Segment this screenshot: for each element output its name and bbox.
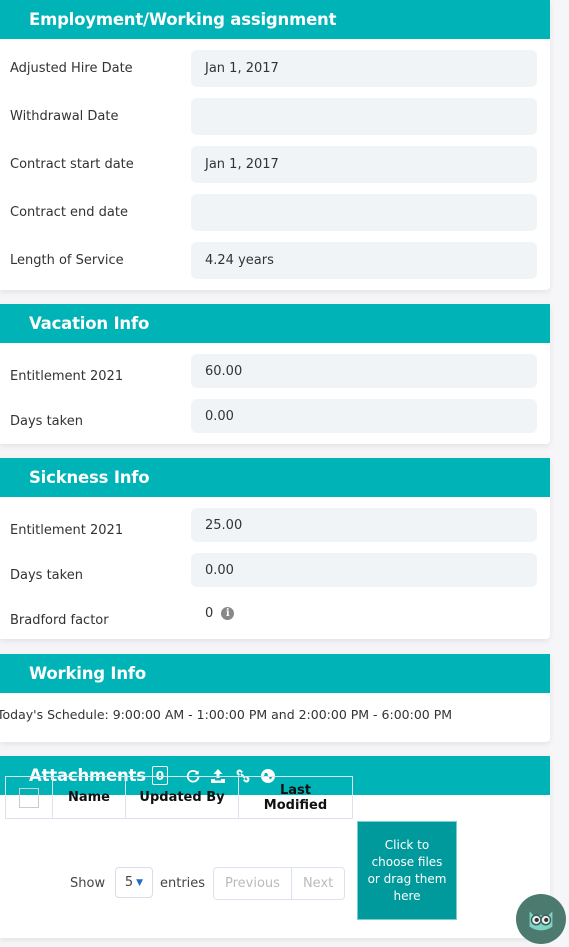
vacation-header: Vacation Info xyxy=(0,304,550,343)
field-row: Days taken 0.00 xyxy=(0,542,550,587)
table-header-row: Name Updated By Last Modified xyxy=(5,776,353,819)
sickness-entitlement-field[interactable]: 25.00 xyxy=(191,508,537,542)
field-row: Entitlement 2021 60.00 xyxy=(0,343,550,388)
vacation-days-taken-field[interactable]: 0.00 xyxy=(191,399,537,433)
field-row: Adjusted Hire Date Jan 1, 2017 xyxy=(0,39,550,87)
bradford-factor-number: 0 xyxy=(205,606,214,621)
schedule-row: Today's Schedule: 9:00:00 AM - 1:00:00 P… xyxy=(0,693,550,742)
field-row: Withdrawal Date xyxy=(0,87,550,135)
page-gutter xyxy=(550,0,569,947)
vacation-entitlement-field[interactable]: 60.00 xyxy=(191,354,537,388)
field-row: Contract start date Jan 1, 2017 xyxy=(0,135,550,183)
contract-end-date-field[interactable] xyxy=(191,194,537,231)
pagination-bar: Show 5 ▼ entries Previous Next xyxy=(0,867,346,900)
column-header-last-modified[interactable]: Last Modified xyxy=(238,776,353,819)
sickness-days-taken-label: Days taken xyxy=(10,568,83,583)
previous-button[interactable]: Previous xyxy=(214,868,291,899)
contract-start-date-label: Contract start date xyxy=(10,157,134,172)
adjusted-hire-date-field[interactable]: Jan 1, 2017 xyxy=(191,50,537,87)
pager: Previous Next xyxy=(213,867,346,900)
select-all-checkbox[interactable] xyxy=(19,787,39,808)
column-header-name[interactable]: Name xyxy=(52,776,126,819)
next-button[interactable]: Next xyxy=(290,868,344,899)
entries-label: entries xyxy=(160,876,206,891)
contract-start-date-field[interactable]: Jan 1, 2017 xyxy=(191,146,537,183)
page-size-select[interactable]: 5 ▼ xyxy=(115,867,153,898)
vacation-days-taken-label: Days taken xyxy=(10,414,83,429)
withdrawal-date-label: Withdrawal Date xyxy=(10,109,119,124)
field-row: Bradford factor 0 i xyxy=(0,587,550,632)
employment-header: Employment/Working assignment xyxy=(0,0,550,39)
column-header-updated-by[interactable]: Updated By xyxy=(125,776,239,819)
show-label: Show xyxy=(70,876,106,891)
vacation-panel: Vacation Info Entitlement 2021 60.00 Day… xyxy=(0,304,550,444)
owl-assistant-icon xyxy=(529,911,553,931)
contract-end-date-label: Contract end date xyxy=(10,205,128,220)
withdrawal-date-field[interactable] xyxy=(191,98,537,135)
field-row: Days taken 0.00 xyxy=(0,388,550,433)
sickness-entitlement-label: Entitlement 2021 xyxy=(10,523,124,538)
vacation-entitlement-label: Entitlement 2021 xyxy=(10,369,124,384)
length-of-service-field[interactable]: 4.24 years xyxy=(191,242,537,279)
length-of-service-label: Length of Service xyxy=(10,253,124,268)
assistant-button[interactable] xyxy=(516,894,566,944)
select-all-cell xyxy=(5,776,53,819)
attachments-table: Name Updated By Last Modified xyxy=(5,776,353,819)
field-row: Contract end date xyxy=(0,183,550,231)
attachments-panel: Attachments 0 Name Updated By Last Modif… xyxy=(0,756,550,938)
bradford-factor-value: 0 i xyxy=(205,606,235,621)
employment-panel: Employment/Working assignment Adjusted H… xyxy=(0,0,550,290)
todays-schedule-text: Today's Schedule: 9:00:00 AM - 1:00:00 P… xyxy=(0,707,453,722)
working-info-panel: Working Info Today's Schedule: 9:00:00 A… xyxy=(0,654,550,742)
adjusted-hire-date-label: Adjusted Hire Date xyxy=(10,61,133,76)
field-row: Length of Service 4.24 years xyxy=(0,231,550,279)
info-icon[interactable]: i xyxy=(221,607,235,620)
field-row: Entitlement 2021 25.00 xyxy=(0,497,550,542)
bradford-factor-label: Bradford factor xyxy=(10,613,109,628)
sickness-header: Sickness Info xyxy=(0,458,550,497)
chevron-down-icon: ▼ xyxy=(136,877,144,888)
sickness-panel: Sickness Info Entitlement 2021 25.00 Day… xyxy=(0,458,550,639)
page-size-value: 5 xyxy=(124,875,134,890)
sickness-days-taken-field[interactable]: 0.00 xyxy=(191,553,537,587)
working-info-header: Working Info xyxy=(0,654,550,693)
file-dropzone[interactable]: Click to choose files or drag them here xyxy=(357,821,457,920)
